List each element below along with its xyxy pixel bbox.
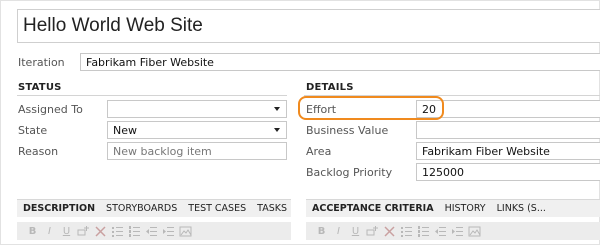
insert-image-icon[interactable] — [468, 225, 481, 238]
chevron-down-icon[interactable] — [274, 128, 280, 132]
chevron-down-icon[interactable] — [274, 107, 280, 111]
numbered-list-icon[interactable] — [128, 225, 141, 238]
tab-acceptance-criteria[interactable]: ACCEPTANCE CRITERIA — [312, 203, 434, 214]
underline-icon[interactable]: U — [60, 225, 73, 238]
tab-storyboards[interactable]: STORYBOARDS — [106, 203, 177, 214]
state-value: New — [113, 124, 137, 137]
backlog-priority-field[interactable]: 125000 — [416, 163, 600, 181]
outdent-icon[interactable] — [145, 225, 158, 238]
underline-icon[interactable]: U — [349, 225, 362, 238]
clear-format-icon[interactable] — [94, 225, 107, 238]
insert-link-icon[interactable] — [77, 225, 90, 238]
indent-icon[interactable] — [162, 225, 175, 238]
work-item-title-input[interactable]: Hello World Web Site — [17, 9, 600, 43]
clear-format-icon[interactable] — [383, 225, 396, 238]
assigned-to-select[interactable] — [107, 100, 287, 118]
numbered-list-icon[interactable] — [417, 225, 430, 238]
business-value-label: Business Value — [306, 124, 389, 137]
italic-icon[interactable]: I — [332, 225, 345, 238]
description-tabbar: DESCRIPTION STORYBOARDS TEST CASES TASKS — [17, 199, 291, 217]
area-field[interactable]: Fabrikam Fiber Website — [416, 142, 600, 160]
insert-link-icon[interactable] — [366, 225, 379, 238]
acceptance-toolbar: B I U — [306, 222, 600, 240]
insert-image-icon[interactable] — [179, 225, 192, 238]
state-label: State — [18, 124, 48, 137]
details-heading: DETAILS — [306, 82, 354, 93]
assigned-to-label: Assigned To — [18, 103, 83, 116]
indent-icon[interactable] — [451, 225, 464, 238]
iteration-label: Iteration — [18, 56, 65, 69]
business-value-field[interactable] — [416, 121, 600, 139]
outdent-icon[interactable] — [434, 225, 447, 238]
effort-highlight — [298, 96, 444, 120]
bold-icon[interactable]: B — [315, 225, 328, 238]
acceptance-tabbar: ACCEPTANCE CRITERIA HISTORY LINKS (S... — [306, 199, 600, 217]
backlog-priority-label: Backlog Priority — [306, 166, 393, 179]
italic-icon[interactable]: I — [43, 225, 56, 238]
tab-description[interactable]: DESCRIPTION — [23, 203, 95, 214]
status-divider — [17, 95, 287, 96]
reason-field[interactable]: New backlog item — [107, 142, 287, 160]
bullet-list-icon[interactable] — [111, 225, 124, 238]
work-item-form: Hello World Web Site Iteration Fabrikam … — [0, 0, 600, 245]
reason-label: Reason — [18, 145, 59, 158]
iteration-field[interactable]: Fabrikam Fiber Website — [80, 53, 600, 71]
tab-test-cases[interactable]: TEST CASES — [188, 203, 246, 214]
area-label: Area — [306, 145, 332, 158]
tab-tasks[interactable]: TASKS — [257, 203, 287, 214]
bold-icon[interactable]: B — [26, 225, 39, 238]
tab-history[interactable]: HISTORY — [445, 203, 486, 214]
state-select[interactable]: New — [107, 121, 287, 139]
tab-links[interactable]: LINKS (S... — [497, 203, 546, 214]
bullet-list-icon[interactable] — [400, 225, 413, 238]
status-heading: STATUS — [18, 82, 62, 93]
description-toolbar: B I U — [17, 222, 291, 240]
